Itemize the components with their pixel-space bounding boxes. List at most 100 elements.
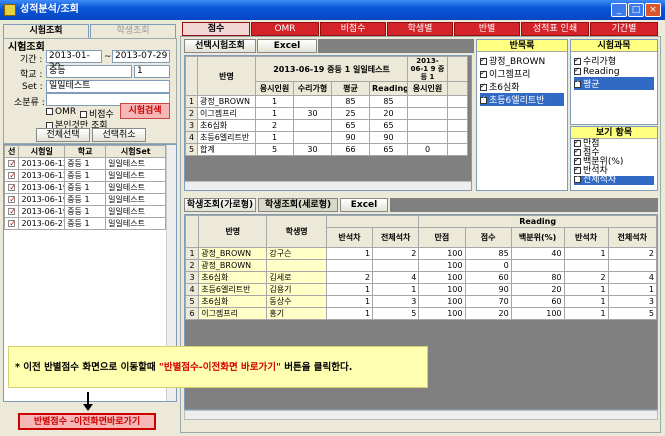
student-horizontal-button[interactable]: 학생조회(가로형) xyxy=(184,198,256,212)
checkbox[interactable] xyxy=(574,66,581,75)
class-item[interactable]: 초등6엘리트반 xyxy=(480,93,564,106)
class-score-row[interactable]: 3 초6심화 2 65 65 xyxy=(185,119,468,132)
class-item[interactable]: 광정_BROWN xyxy=(480,54,564,67)
tab-exam-lookup[interactable]: 시험조회 xyxy=(3,24,89,38)
student-row[interactable]: 1 광정_BROWN 강구슨 1 2 100 85 40 1 2 xyxy=(184,247,658,260)
view-item[interactable]: 전체석차 xyxy=(574,174,654,185)
checkbox[interactable] xyxy=(574,156,581,165)
checkbox[interactable] xyxy=(574,56,581,65)
upper-hscrollbar[interactable] xyxy=(185,181,471,190)
view-selected-exam-button[interactable]: 선택시험조회 xyxy=(184,39,256,53)
tab-report-print[interactable]: 성적표 인쇄 xyxy=(521,22,589,36)
checkbox[interactable] xyxy=(574,165,581,174)
student-name: 동상수 xyxy=(266,295,327,308)
cell-a: 1 xyxy=(255,95,294,108)
class-item[interactable]: 초6심화 xyxy=(480,80,564,93)
row-number: 5 xyxy=(184,295,200,308)
exam-row[interactable]: ✓ 2013-06-27 중등 1 일일테스트 xyxy=(3,217,176,230)
exam-row-check[interactable]: ✓ xyxy=(3,205,20,218)
exam-row-check[interactable]: ✓ xyxy=(3,157,20,170)
checkbox[interactable] xyxy=(574,147,581,156)
exam-row-check[interactable]: ✓ xyxy=(3,169,20,182)
set-select[interactable]: 일일테스트 xyxy=(46,80,170,93)
student-score-table: 반명 학생명 Reading 반석차 전체석차 만점 점수 백분위(%) 반석차… xyxy=(184,215,658,320)
cell-full: 100 xyxy=(418,307,466,320)
omr-checkbox[interactable] xyxy=(46,108,53,115)
cell-r2: 1 xyxy=(563,307,609,320)
cell-b xyxy=(293,131,332,144)
class-score-row[interactable]: 5 합계 5 30 66 65 0 xyxy=(185,143,468,156)
excel-button-lower[interactable]: Excel xyxy=(340,198,388,212)
deselect-button[interactable]: 선택취소 xyxy=(92,128,146,142)
cell-t1: 3 xyxy=(372,295,420,308)
student-row[interactable]: 2 광정_BROWN 100 0 xyxy=(184,259,658,272)
cell-b: 30 xyxy=(293,107,332,120)
exam-search-button[interactable]: 시험검색 xyxy=(120,103,170,119)
exam-school: 중등 1 xyxy=(64,193,107,206)
exam-school: 중등 1 xyxy=(64,217,107,230)
exam-row-check[interactable]: ✓ xyxy=(3,193,20,206)
exam-row[interactable]: ✓ 2013-06-19 중등 1 일일테스트 xyxy=(3,193,176,206)
tab-nonscore[interactable]: 비점수 xyxy=(320,22,386,36)
checkbox[interactable] xyxy=(574,79,581,88)
subject-item[interactable]: 평균 xyxy=(574,77,654,90)
maximize-button[interactable]: □ xyxy=(628,3,644,17)
checkbox[interactable] xyxy=(480,82,487,91)
class-name: 합계 xyxy=(197,143,256,156)
checkbox[interactable] xyxy=(480,56,487,65)
student-vertical-button[interactable]: 학생조회(세로형) xyxy=(258,198,338,212)
cell-empty xyxy=(447,119,468,132)
col-class-rank: 반석차 xyxy=(325,227,374,248)
subject-item[interactable]: 수리가형 xyxy=(574,54,654,67)
exam-row-check[interactable]: ✓ xyxy=(3,217,20,230)
row-number: 4 xyxy=(184,283,200,296)
class-name: 초등6엘리트반 xyxy=(197,131,256,144)
class-score-grid[interactable]: 반명 2013-06-19 중등 1 일일테스트 2013-06-1 9 중등 … xyxy=(184,55,472,191)
exam-row-check[interactable]: ✓ xyxy=(3,181,20,194)
tab-student[interactable]: 학생별 xyxy=(387,22,453,36)
cell-r1: 1 xyxy=(325,283,374,296)
cell-x xyxy=(407,95,448,108)
student-row[interactable]: 6 이그젬프리 홍기 1 5 100 20 100 1 5 xyxy=(184,307,658,320)
exam-row[interactable]: ✓ 2013-06-19 중등 1 일일테스트 xyxy=(3,181,176,194)
checkbox[interactable] xyxy=(480,69,487,78)
col-math: 수리가형 xyxy=(293,81,332,96)
col-school: 학교 xyxy=(64,145,107,158)
subject-item[interactable]: Reading xyxy=(574,66,654,77)
minimize-button[interactable]: _ xyxy=(611,3,627,17)
tab-student-lookup[interactable]: 학생조회 xyxy=(90,24,176,38)
exam-row[interactable]: ✓ 2013-06-19 중등 1 일일테스트 xyxy=(3,205,176,218)
class-score-row[interactable]: 1 광정_BROWN 1 85 85 xyxy=(185,95,468,108)
grade-select[interactable]: 1 xyxy=(134,65,170,78)
student-row[interactable]: 5 초6심화 동상수 1 3 100 70 60 1 3 xyxy=(184,295,658,308)
tab-score[interactable]: 점수 xyxy=(182,22,250,36)
prev-screen-button[interactable]: 반별점수 -이전화면바로가기 xyxy=(18,413,156,430)
exam-school: 중등 1 xyxy=(64,205,107,218)
class-item[interactable]: 이그젬프리 xyxy=(480,67,564,80)
tab-period[interactable]: 기간별 xyxy=(590,22,658,36)
col-reading: Reading xyxy=(369,81,408,96)
close-button[interactable]: × xyxy=(645,3,661,17)
subject-list-title: 시험과목 xyxy=(571,40,657,52)
school-select[interactable]: 중등 xyxy=(46,65,132,78)
excel-button-upper[interactable]: Excel xyxy=(257,39,317,53)
date-from-field[interactable]: 2013-01-29 xyxy=(46,50,102,72)
lower-hscrollbar[interactable] xyxy=(184,410,658,420)
student-row[interactable]: 3 초6심화 김세로 2 4 100 60 80 2 4 xyxy=(184,271,658,284)
tab-class[interactable]: 반별 xyxy=(454,22,520,36)
exam-row[interactable]: ✓ 2013-06-12 중등 1 일일테스트 xyxy=(3,157,176,170)
class-score-row[interactable]: 2 이그젬프리 1 30 25 20 xyxy=(185,107,468,120)
cell-full: 100 xyxy=(418,259,466,272)
checkbox[interactable] xyxy=(480,95,487,104)
tab-omr[interactable]: OMR xyxy=(251,22,319,36)
nonscore-checkbox[interactable] xyxy=(80,111,87,118)
checkbox[interactable] xyxy=(574,174,581,183)
select-all-button[interactable]: 전체선택 xyxy=(36,128,90,142)
date-to-field[interactable]: 2013-07-29 xyxy=(112,50,170,63)
col-avg: 평균 xyxy=(331,81,370,96)
student-row[interactable]: 4 초등6엘리트반 김용기 1 1 100 90 20 1 1 xyxy=(184,283,658,296)
checkbox[interactable] xyxy=(574,138,581,147)
student-class: 광정_BROWN xyxy=(198,259,268,272)
class-score-row[interactable]: 4 초등6엘리트반 1 90 90 xyxy=(185,131,468,144)
exam-row[interactable]: ✓ 2013-06-12 중등 1 일일테스트 xyxy=(3,169,176,182)
